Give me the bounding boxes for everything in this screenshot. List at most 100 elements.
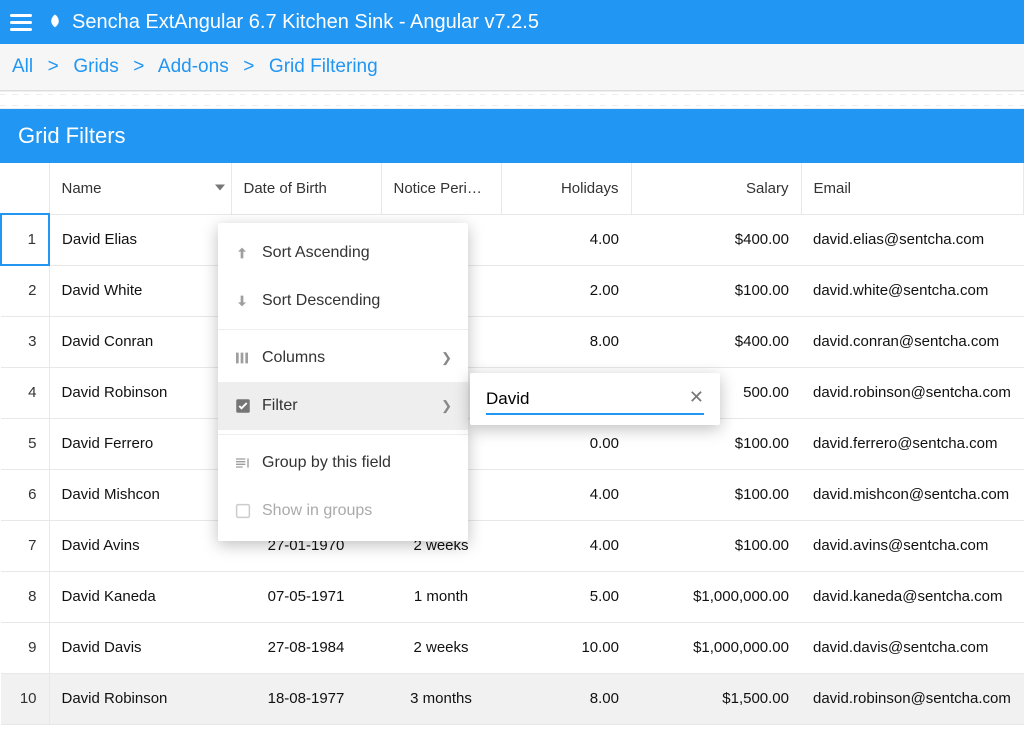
table-row[interactable]: 8David Kaneda07-05-19711 month5.00$1,000…: [1, 571, 1024, 622]
cell-rownum: 7: [1, 520, 49, 571]
cell-email: david.robinson@sentcha.com: [801, 673, 1024, 724]
menu-item-label: Group by this field: [262, 454, 391, 472]
col-header-email-label: Email: [814, 180, 852, 197]
menu-item-label: Sort Ascending: [262, 244, 370, 262]
checkbox-unchecked-icon: [234, 502, 262, 520]
cell-dob: 07-05-1971: [231, 571, 381, 622]
cell-salary: $1,000,000.00: [631, 571, 801, 622]
table-row[interactable]: 6David Mishcon4.00$100.00david.mishcon@s…: [1, 469, 1024, 520]
col-header-name[interactable]: Name: [49, 163, 231, 214]
cell-email: david.davis@sentcha.com: [801, 622, 1024, 673]
col-header-notice[interactable]: Notice Peri…: [381, 163, 501, 214]
table-row[interactable]: 9David Davis27-08-19842 weeks10.00$1,000…: [1, 622, 1024, 673]
col-header-dob[interactable]: Date of Birth: [231, 163, 381, 214]
cell-name: David Mishcon: [49, 469, 231, 520]
chevron-right-icon: ❯: [441, 350, 452, 366]
cell-name: David Robinson: [49, 673, 231, 724]
group-icon: [234, 455, 262, 471]
table-row[interactable]: 10David Robinson18-08-19773 months8.00$1…: [1, 673, 1024, 724]
col-header-email[interactable]: Email: [801, 163, 1024, 214]
columns-icon: [234, 350, 262, 366]
column-menu: Sort Ascending Sort Descending Columns ❯…: [218, 223, 468, 541]
app-header: Sencha ExtAngular 6.7 Kitchen Sink - Ang…: [0, 0, 1024, 44]
breadcrumb-item-addons[interactable]: Add-ons: [158, 56, 229, 77]
cell-holidays: 0.00: [501, 418, 631, 469]
cell-email: david.ferrero@sentcha.com: [801, 418, 1024, 469]
app-title: Sencha ExtAngular 6.7 Kitchen Sink - Ang…: [72, 11, 539, 34]
menu-item-label: Columns: [262, 349, 325, 367]
menu-item-columns[interactable]: Columns ❯: [218, 334, 468, 382]
cell-rownum: 6: [1, 469, 49, 520]
col-header-salary-label: Salary: [746, 180, 789, 197]
clear-icon[interactable]: ✕: [689, 387, 704, 408]
menu-item-sort-descending[interactable]: Sort Descending: [218, 277, 468, 325]
grid-header-row: Name Date of Birth Notice Peri… Holidays…: [1, 163, 1024, 214]
panel-title: Grid Filters: [0, 109, 1024, 163]
cell-email: david.conran@sentcha.com: [801, 316, 1024, 367]
cell-holidays: 8.00: [501, 316, 631, 367]
cell-rownum: 5: [1, 418, 49, 469]
col-header-rownum[interactable]: [1, 163, 49, 214]
menu-divider: [218, 434, 468, 435]
menu-item-sort-ascending[interactable]: Sort Ascending: [218, 229, 468, 277]
checkbox-checked-icon: [234, 397, 262, 415]
menu-divider: [218, 329, 468, 330]
cell-notice: 2 weeks: [381, 622, 501, 673]
cell-notice: 1 month: [381, 571, 501, 622]
cell-salary: $1,000,000.00: [631, 622, 801, 673]
col-header-holidays[interactable]: Holidays: [501, 163, 631, 214]
grid: Name Date of Birth Notice Peri… Holidays…: [0, 163, 1024, 725]
column-menu-trigger-icon[interactable]: [215, 180, 225, 197]
menu-item-label: Show in groups: [262, 502, 372, 520]
cell-rownum: 9: [1, 622, 49, 673]
menu-item-label: Sort Descending: [262, 292, 380, 310]
cell-holidays: 2.00: [501, 265, 631, 316]
table-row[interactable]: 2David White2.00$100.00david.white@sentc…: [1, 265, 1024, 316]
cell-name: David Davis: [49, 622, 231, 673]
hamburger-menu-icon[interactable]: [10, 8, 38, 36]
grid-table: Name Date of Birth Notice Peri… Holidays…: [0, 163, 1024, 725]
cell-rownum: 2: [1, 265, 49, 316]
cell-holidays: 5.00: [501, 571, 631, 622]
cell-rownum: 4: [1, 367, 49, 418]
cell-email: david.robinson@sentcha.com: [801, 367, 1024, 418]
cell-name: David Ferrero: [49, 418, 231, 469]
table-row[interactable]: 1David Elias4.00$400.00david.elias@sentc…: [1, 214, 1024, 265]
menu-item-label: Filter: [262, 397, 298, 415]
cell-rownum: 3: [1, 316, 49, 367]
filter-popup: ✕: [470, 373, 720, 425]
chevron-right-icon: ❯: [441, 398, 452, 414]
cell-email: david.mishcon@sentcha.com: [801, 469, 1024, 520]
cell-email: david.avins@sentcha.com: [801, 520, 1024, 571]
menu-item-group-by[interactable]: Group by this field: [218, 439, 468, 487]
cell-name: David Avins: [49, 520, 231, 571]
cell-name: David White: [49, 265, 231, 316]
separator-strip: [0, 91, 1024, 109]
cell-dob: 18-08-1977: [231, 673, 381, 724]
cell-holidays: 4.00: [501, 520, 631, 571]
cell-salary: $100.00: [631, 265, 801, 316]
cell-email: david.kaneda@sentcha.com: [801, 571, 1024, 622]
arrow-up-icon: [234, 245, 262, 261]
arrow-down-icon: [234, 293, 262, 309]
breadcrumb: All > Grids > Add-ons > Grid Filtering: [0, 44, 1024, 91]
filter-input[interactable]: [486, 385, 704, 413]
cell-rownum: 1: [1, 214, 49, 265]
cell-salary: $400.00: [631, 214, 801, 265]
table-row[interactable]: 7David Avins27-01-19702 weeks4.00$100.00…: [1, 520, 1024, 571]
col-header-name-label: Name: [62, 180, 102, 197]
cell-rownum: 8: [1, 571, 49, 622]
breadcrumb-item-grids[interactable]: Grids: [73, 56, 118, 77]
cell-name: David Conran: [49, 316, 231, 367]
cell-dob: 27-08-1984: [231, 622, 381, 673]
breadcrumb-item-all[interactable]: All: [12, 56, 33, 77]
table-row[interactable]: 3David Conran 8.00$400.00david.conran@sen…: [1, 316, 1024, 367]
breadcrumb-item-grid-filtering[interactable]: Grid Filtering: [269, 56, 378, 77]
cell-salary: $400.00: [631, 316, 801, 367]
table-row[interactable]: 5David Ferrero0.00$100.00david.ferrero@s…: [1, 418, 1024, 469]
menu-item-filter[interactable]: Filter ❯: [218, 382, 468, 430]
col-header-salary[interactable]: Salary: [631, 163, 801, 214]
cell-name: David Robinson: [49, 367, 231, 418]
col-header-notice-label: Notice Peri…: [394, 180, 482, 197]
cell-holidays: 4.00: [501, 214, 631, 265]
